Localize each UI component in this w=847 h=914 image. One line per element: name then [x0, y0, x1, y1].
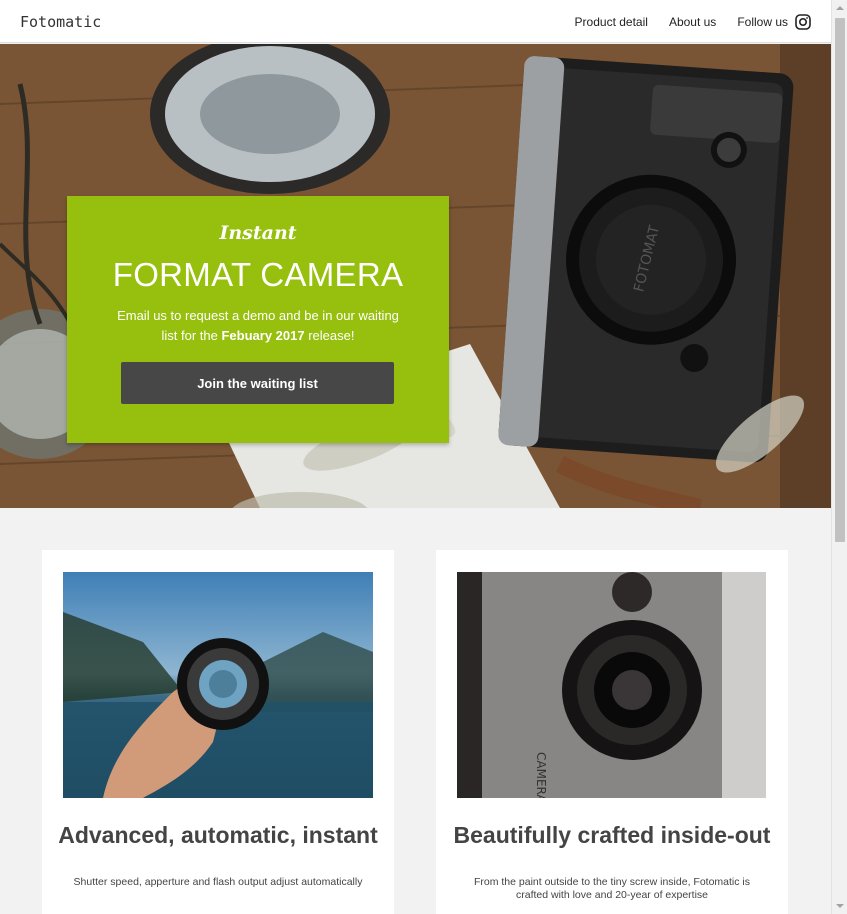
- hero-title: FORMAT CAMERA: [112, 256, 404, 293]
- feature-title-automatic: Advanced, automatic, instant: [58, 822, 378, 848]
- hero-section: FOTOMAT Instant FORMAT CAMERA Email us t…: [0, 44, 831, 508]
- top-navbar: Fotomatic Product detail About us Follow…: [0, 0, 831, 43]
- brand-logo[interactable]: Fotomatic: [20, 13, 101, 31]
- nav-about-us[interactable]: About us: [669, 15, 716, 29]
- hero-release-date: Febuary 2017: [221, 328, 305, 343]
- camera-closeup-photo: CAMERA: [457, 572, 766, 798]
- feature-card-crafted: CAMERA Beautifully crafted inside-out Fr…: [436, 550, 788, 914]
- hero-script-title: Instant: [219, 222, 297, 244]
- feature-card-automatic: Advanced, automatic, instant Shutter spe…: [42, 550, 394, 914]
- main-nav: Product detail About us Follow us: [554, 0, 811, 43]
- nav-product-detail[interactable]: Product detail: [575, 15, 648, 29]
- feature-text-crafted: From the paint outside to the tiny screw…: [473, 876, 751, 901]
- hero-description: Email us to request a demo and be in our…: [117, 306, 399, 346]
- feature-text-automatic: Shutter speed, apperture and flash outpu…: [73, 876, 363, 888]
- camera-body-label: CAMERA: [534, 752, 548, 798]
- feature-title-crafted: Beautifully crafted inside-out: [453, 822, 771, 848]
- join-waiting-list-button[interactable]: Join the waiting list: [121, 362, 394, 404]
- nav-follow-us[interactable]: Follow us: [737, 15, 788, 29]
- lens-landscape-photo: [63, 572, 373, 798]
- scroll-down-arrow-icon[interactable]: [832, 898, 847, 914]
- instagram-icon[interactable]: [795, 13, 811, 30]
- scrollbar-thumb[interactable]: [835, 18, 845, 542]
- promo-box: Instant FORMAT CAMERA Email us to reques…: [67, 196, 449, 443]
- hero-description-end: release!: [304, 328, 355, 343]
- page-scrollbar[interactable]: [831, 0, 847, 914]
- scroll-up-arrow-icon[interactable]: [832, 0, 847, 16]
